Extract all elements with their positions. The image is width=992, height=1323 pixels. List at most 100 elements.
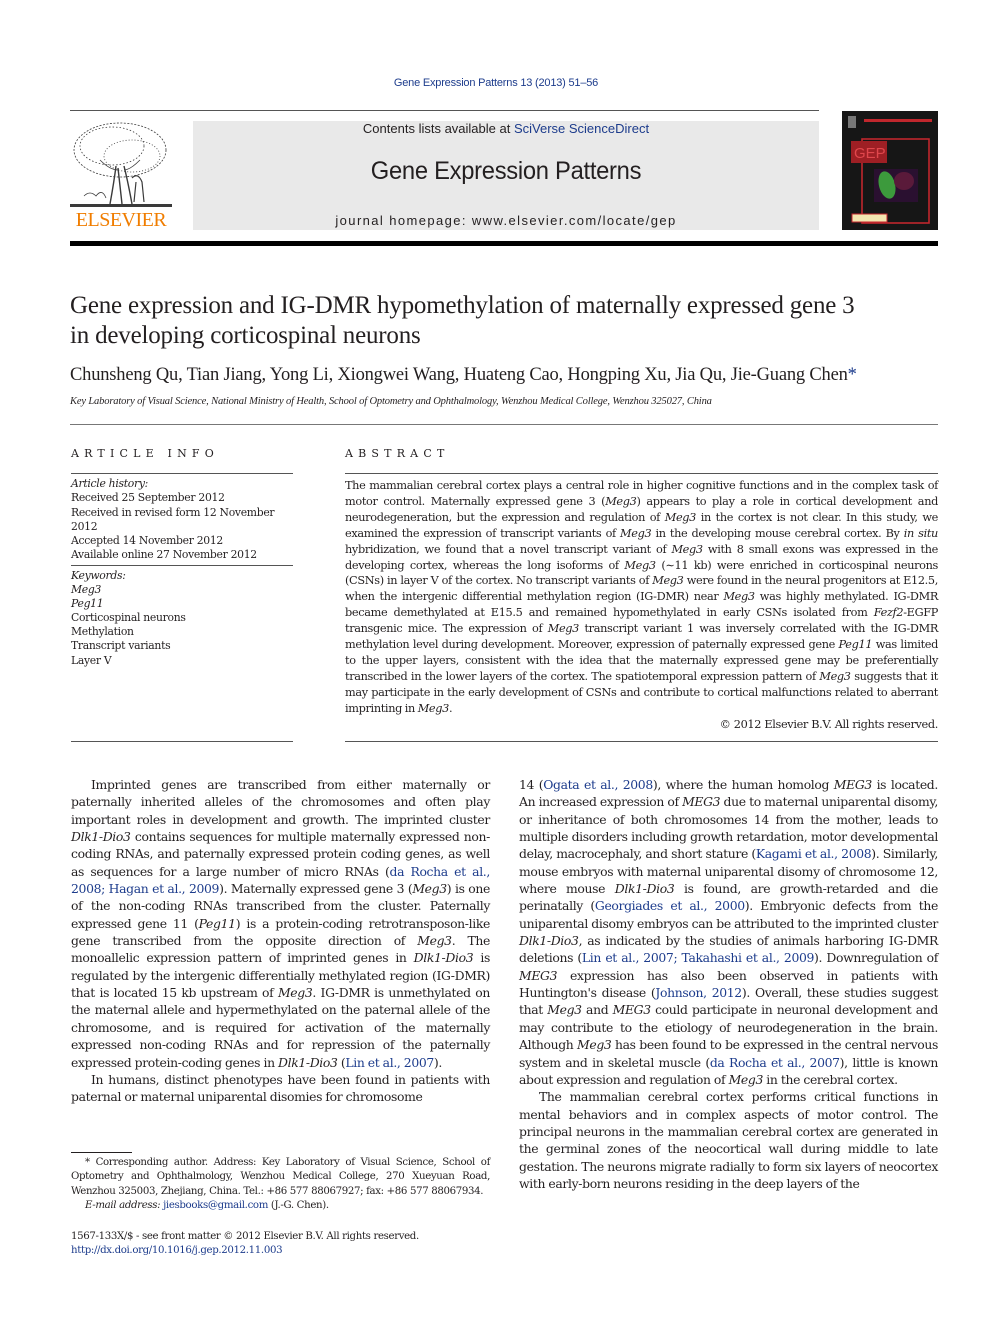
- italic-term: Meg3: [605, 494, 637, 508]
- body-paragraph: In humans, distinct phenotypes have been…: [71, 1071, 490, 1106]
- italic-term: MEG3: [612, 1002, 651, 1018]
- text-run: ), where the human homolog: [652, 777, 834, 792]
- citation-link[interactable]: da Rocha et al., 2007: [710, 1055, 840, 1070]
- italic-term: MEG3: [833, 777, 872, 792]
- keyword-item: Meg3: [71, 583, 102, 597]
- abstract-text: The mammalian cerebral cortex plays a ce…: [345, 478, 938, 717]
- text-run: hybridization, we found that a novel tra…: [345, 542, 672, 556]
- article-info-bottom-divider: [71, 741, 293, 742]
- elsevier-tree-icon: [70, 122, 172, 207]
- italic-term: Meg3: [412, 881, 447, 897]
- elsevier-wordmark: ELSEVIER: [75, 209, 167, 231]
- body-paragraph: 14 (Ogata et al., 2008), where the human…: [519, 776, 938, 1088]
- text-run: in the cerebral cortex.: [763, 1071, 898, 1087]
- history-accepted: Accepted 14 November 2012: [71, 534, 223, 548]
- journal-citation-link[interactable]: Gene Expression Patterns 13 (2013) 51–56: [0, 77, 992, 89]
- italic-term: MEG3: [519, 967, 558, 983]
- italic-term: MEG3: [682, 794, 721, 810]
- journal-masthead: Contents lists available at SciVerse Sci…: [193, 121, 819, 230]
- keyword-item: Methylation: [71, 625, 134, 639]
- body-paragraph: The mammalian cerebral cortex performs c…: [519, 1088, 938, 1192]
- corresponding-author-link[interactable]: *: [848, 365, 857, 385]
- text-run: 14 (: [519, 777, 544, 792]
- keyword-item: Transcript variants: [71, 639, 171, 653]
- italic-term: Meg3: [728, 1071, 764, 1087]
- text-run: Imprinted genes are transcribed from eit…: [71, 777, 490, 827]
- text-run: The mammalian cerebral cortex performs c…: [519, 1089, 938, 1191]
- keywords-label: Keywords:: [71, 569, 126, 582]
- elsevier-logo[interactable]: ELSEVIER: [70, 120, 172, 232]
- history-received: Received 25 September 2012: [71, 491, 225, 505]
- article-history: Article history: Received 25 September 2…: [71, 477, 301, 563]
- italic-term: Meg3: [723, 590, 755, 604]
- text-run: .: [448, 701, 453, 715]
- title-line-2: in developing corticospinal neurons: [70, 322, 421, 349]
- italic-term: Dlk1-Dio3: [71, 829, 131, 845]
- text-run: and: [581, 1002, 613, 1018]
- contents-line: Contents lists available at SciVerse Sci…: [193, 121, 819, 136]
- text-run: ).: [433, 1054, 442, 1070]
- italic-term: Meg3: [652, 574, 684, 588]
- keyword-item: Peg11: [71, 597, 104, 611]
- front-matter: 1567-133X/$ - see front matter © 2012 El…: [71, 1230, 490, 1259]
- homepage-prefix: journal homepage:: [335, 213, 472, 228]
- italic-term: Meg3: [664, 510, 697, 524]
- italic-term: Meg3: [671, 542, 703, 556]
- sciencedirect-link[interactable]: SciVerse ScienceDirect: [514, 121, 649, 136]
- email-suffix: (J.-G. Chen).: [268, 1199, 329, 1211]
- affiliation: Key Laboratory of Visual Science, Nation…: [70, 396, 712, 407]
- italic-term: Dlk1-Dio3: [614, 881, 675, 897]
- citation-link[interactable]: Lin et al., 2007; Takahashi et al., 2009: [582, 950, 814, 965]
- header-divider: [70, 110, 819, 111]
- footnote-divider: [71, 1152, 132, 1153]
- italic-term: Dlk1-Dio3: [519, 933, 579, 949]
- italic-term: Meg3: [547, 1002, 582, 1018]
- citation-link[interactable]: Georgiades et al., 2000: [595, 898, 745, 913]
- italic-term: Meg3: [417, 701, 450, 715]
- italic-term: Dlk1-Dio3: [413, 950, 474, 966]
- journal-homepage: journal homepage: www.elsevier.com/locat…: [193, 213, 819, 228]
- citation-link[interactable]: Johnson, 2012: [655, 985, 742, 1000]
- history-revised: Received in revised form 12 November 201…: [71, 505, 275, 533]
- authors-text: Chunsheng Qu, Tian Jiang, Yong Li, Xiong…: [70, 365, 848, 385]
- header-thick-divider: [70, 241, 938, 246]
- keyword-list: Meg3 Peg11 Corticospinal neurons Methylatio…: [71, 583, 301, 668]
- body-column-left: Imprinted genes are transcribed from eit…: [71, 776, 490, 1106]
- abstract-copyright: © 2012 Elsevier B.V. All rights reserved…: [719, 718, 939, 731]
- italic-term: Meg3: [277, 985, 313, 1001]
- contents-prefix: Contents lists available at: [362, 121, 514, 136]
- italic-term: Meg3: [547, 622, 580, 636]
- doi-link[interactable]: http://dx.doi.org/10.1016/j.gep.2012.11.…: [71, 1244, 490, 1258]
- italic-term: Dlk1-Dio3: [278, 1054, 338, 1070]
- keywords: Keywords: Meg3 Peg11 Corticospinal neurons…: [71, 569, 301, 668]
- article-info-divider: [71, 473, 293, 474]
- article-info-heading: ARTICLE INFO: [71, 447, 219, 460]
- body-column-right: 14 (Ogata et al., 2008), where the human…: [519, 776, 938, 1192]
- author-list: Chunsheng Qu, Tian Jiang, Yong Li, Xiong…: [70, 364, 950, 386]
- keyword-item: Corticospinal neurons: [71, 611, 186, 625]
- keywords-divider: [71, 565, 293, 566]
- footnote-address: * Corresponding author. Address: Key Lab…: [71, 1157, 490, 1197]
- cover-gep-text: GEP: [854, 145, 886, 162]
- italic-term: Meg3: [577, 1037, 612, 1053]
- italic-term: Peg11: [198, 915, 236, 931]
- italic-term: Meg3: [417, 933, 452, 949]
- keyword-item: Layer V: [71, 653, 112, 667]
- italic-term: in situ: [903, 526, 939, 540]
- abstract-heading: ABSTRACT: [345, 447, 450, 460]
- citation-link[interactable]: Ogata et al., 2008: [543, 777, 653, 792]
- journal-title: Gene Expression Patterns: [370, 157, 642, 185]
- homepage-url-link[interactable]: www.elsevier.com/locate/gep: [472, 213, 677, 228]
- citation-link[interactable]: Lin et al., 2007: [345, 1055, 434, 1070]
- citation-link[interactable]: Kagami et al., 2008: [756, 846, 872, 861]
- text-run: ). Maternally expressed gene 3 (: [219, 881, 413, 897]
- italic-term: Peg11: [838, 638, 873, 652]
- corresponding-author-footnote: * Corresponding author. Address: Key Lab…: [71, 1156, 490, 1213]
- issn-line: 1567-133X/$ - see front matter © 2012 El…: [71, 1231, 419, 1242]
- email-link[interactable]: jiesbooks@gmail.com: [163, 1200, 268, 1211]
- italic-term: Meg3: [819, 669, 851, 683]
- journal-cover-thumbnail[interactable]: GEP: [842, 111, 938, 230]
- email-label: E-mail address:: [85, 1199, 161, 1211]
- affiliation-divider: [70, 424, 938, 425]
- abstract-bottom-divider: [345, 741, 938, 742]
